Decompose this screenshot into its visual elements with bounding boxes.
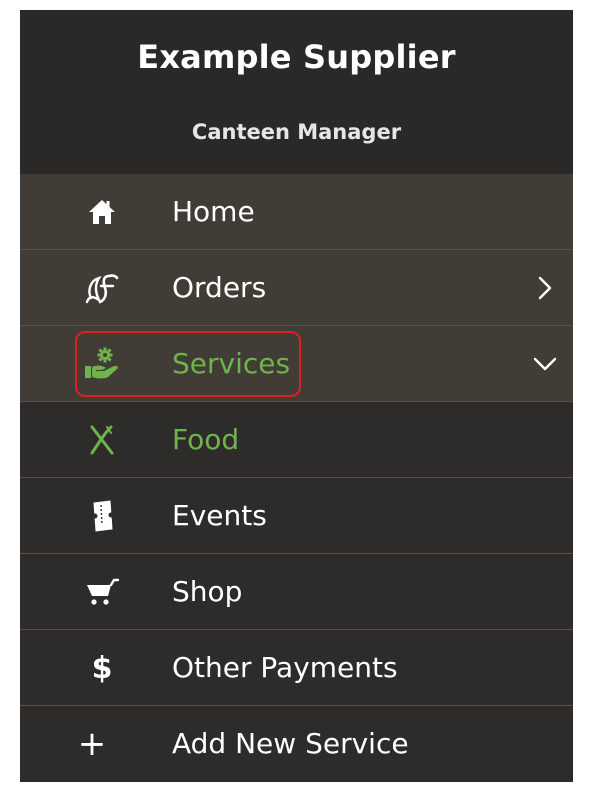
menu-item-food[interactable]: Food [20,402,573,478]
menu-item-label: Add New Service [172,727,409,760]
menu-item-label: Other Payments [172,651,398,684]
menu-item-label: Home [172,195,255,228]
menu-item-services[interactable]: Services [20,326,573,402]
home-icon [82,192,122,232]
ticket-icon [82,496,122,536]
menu-item-label: Shop [172,575,243,608]
cart-icon [82,572,122,612]
menu-item-other-payments[interactable]: $ Other Payments [20,630,573,706]
sidebar: Example Supplier Canteen Manager Home Or… [20,10,573,782]
menu-item-shop[interactable]: Shop [20,554,573,630]
dollar-icon: $ [91,650,113,686]
supplier-name: Example Supplier [137,38,456,76]
menu-item-label: Events [172,499,267,532]
orders-logo-icon [82,268,122,308]
menu-item-events[interactable]: Events [20,478,573,554]
fork-knife-icon [82,420,122,460]
chevron-right-icon [538,276,552,300]
menu-item-label: Food [172,423,240,456]
menu-item-label: Orders [172,271,267,304]
sidebar-menu: Home Orders Services Food Events Shop $ … [20,174,573,782]
plus-icon: + [77,724,107,764]
app-subtitle: Canteen Manager [191,120,402,144]
menu-item-add-new-service[interactable]: + Add New Service [20,706,573,782]
chevron-down-icon [533,357,557,371]
menu-item-orders[interactable]: Orders [20,250,573,326]
menu-item-label: Services [172,347,291,380]
menu-item-home[interactable]: Home [20,174,573,250]
services-hand-gear-icon [82,344,122,384]
sidebar-header: Example Supplier Canteen Manager [20,10,573,174]
